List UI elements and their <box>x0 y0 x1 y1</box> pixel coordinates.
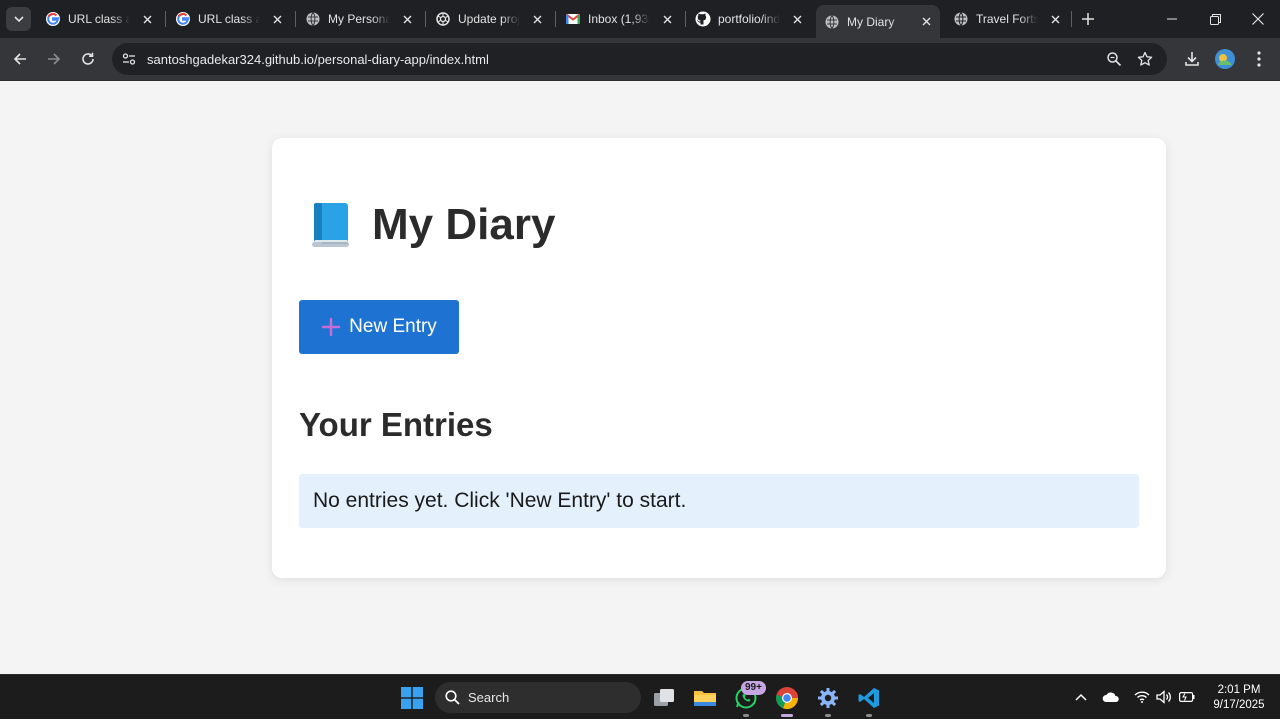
close-icon[interactable] <box>529 11 545 27</box>
battery-icon[interactable] <box>1178 688 1196 706</box>
tab-title: URL class and <box>198 12 260 26</box>
globe-icon <box>824 14 840 30</box>
chevron-up-icon[interactable] <box>1072 688 1090 706</box>
reload-icon <box>82 52 94 65</box>
globe-icon <box>953 11 969 27</box>
new-entry-label: New Entry <box>349 316 437 337</box>
clock-date: 9/17/2025 <box>1213 699 1265 711</box>
system-clock[interactable]: 2:01 PM 9/17/2025 <box>1204 683 1274 713</box>
tab-title: My Diary <box>847 14 895 29</box>
profile-avatar[interactable] <box>1215 49 1235 69</box>
whatsapp-badge: 99+ <box>741 681 766 695</box>
windows-start-icon[interactable] <box>397 683 427 713</box>
openai-icon <box>435 11 451 27</box>
volume-icon[interactable] <box>1155 688 1173 706</box>
close-icon[interactable] <box>789 11 805 27</box>
tab-title: Update proje <box>458 12 520 26</box>
github-icon <box>695 11 711 27</box>
site-info-icon[interactable] <box>119 49 139 69</box>
close-icon[interactable] <box>399 11 415 27</box>
browser-tab[interactable]: URL class and <box>167 5 291 33</box>
url-text: santoshgadekar324.github.io/personal-dia… <box>147 52 489 67</box>
close-icon <box>1252 13 1264 25</box>
downloads-button[interactable] <box>1182 49 1202 69</box>
address-bar[interactable]: santoshgadekar324.github.io/personal-dia… <box>112 43 1167 75</box>
new-entry-button[interactable]: New Entry <box>299 300 459 354</box>
chrome-icon[interactable] <box>772 683 802 713</box>
blue-book-icon <box>312 203 349 247</box>
running-indicator <box>743 714 749 717</box>
menu-button[interactable] <box>1249 49 1269 69</box>
file-explorer-icon[interactable] <box>690 683 720 713</box>
plus-icon <box>1082 13 1094 25</box>
browser-tab-strip: URL class and URL class and My Personal … <box>0 0 1280 38</box>
search-icon <box>445 690 460 705</box>
restore-icon <box>1209 13 1221 25</box>
diary-card: My Diary New Entry Your Entries No entri… <box>272 138 1166 578</box>
empty-entries-message: No entries yet. Click 'New Entry' to sta… <box>299 474 1139 528</box>
forward-button[interactable] <box>44 49 64 69</box>
restore-button[interactable] <box>1205 9 1225 29</box>
onedrive-icon[interactable] <box>1102 688 1120 706</box>
task-view-icon[interactable] <box>649 683 679 713</box>
tab-title: portfolio/ind <box>718 12 780 26</box>
tab-search-button[interactable] <box>6 7 31 31</box>
google-icon <box>175 11 191 27</box>
browser-tab[interactable]: My Personal <box>297 5 421 33</box>
arrow-left-icon <box>13 53 26 65</box>
empty-message-text: No entries yet. Click 'New Entry' to sta… <box>313 489 687 512</box>
close-icon[interactable] <box>1047 11 1063 27</box>
vscode-icon[interactable] <box>854 683 884 713</box>
download-icon <box>1185 52 1199 66</box>
taskbar-search[interactable]: Search <box>435 682 641 713</box>
minimize-icon <box>1167 18 1177 20</box>
google-icon <box>45 11 61 27</box>
gmail-icon <box>565 11 581 27</box>
running-indicator <box>825 714 831 717</box>
browser-tab[interactable]: Update proje <box>427 5 551 33</box>
windows-taskbar: Search 99+ 2:01 PM 9/17/2025 <box>0 674 1280 719</box>
tab-title: Inbox (1,935) <box>588 12 650 26</box>
browser-toolbar: santoshgadekar324.github.io/personal-dia… <box>0 38 1280 81</box>
close-icon[interactable] <box>659 11 675 27</box>
page-title: My Diary <box>372 200 556 249</box>
active-indicator <box>781 714 793 717</box>
tab-title: Travel Forts <box>976 12 1038 26</box>
more-vertical-icon <box>1257 51 1261 67</box>
close-icon[interactable] <box>269 11 285 27</box>
page-viewport: My Diary New Entry Your Entries No entri… <box>0 82 1280 674</box>
browser-tab[interactable]: portfolio/ind <box>687 5 811 33</box>
zoom-icon[interactable] <box>1104 49 1124 69</box>
tab-title: My Personal <box>328 12 390 26</box>
new-tab-button[interactable] <box>1078 9 1098 29</box>
browser-tab[interactable]: Inbox (1,935) <box>557 5 681 33</box>
entries-heading: Your Entries <box>299 406 493 443</box>
page-heading: My Diary <box>308 200 555 250</box>
plus-icon <box>321 317 341 337</box>
browser-tab-active[interactable]: My Diary <box>816 5 940 38</box>
bookmark-star-icon[interactable] <box>1135 49 1155 69</box>
browser-tab[interactable]: Travel Forts <box>945 5 1069 33</box>
close-icon[interactable] <box>918 13 934 29</box>
settings-gear-icon[interactable] <box>813 683 843 713</box>
close-window-button[interactable] <box>1248 9 1268 29</box>
chevron-down-icon <box>13 15 24 22</box>
taskbar-search-label: Search <box>468 690 510 705</box>
avatar-icon <box>1215 49 1235 69</box>
minimize-button[interactable] <box>1162 9 1182 29</box>
clock-time: 2:01 PM <box>1217 684 1261 696</box>
reload-button[interactable] <box>78 49 98 69</box>
arrow-right-icon <box>48 53 61 65</box>
tab-title: URL class and <box>68 12 130 26</box>
globe-icon <box>305 11 321 27</box>
running-indicator <box>866 714 872 717</box>
wifi-icon[interactable] <box>1133 688 1151 706</box>
close-icon[interactable] <box>139 11 155 27</box>
browser-tab[interactable]: URL class and <box>37 5 161 33</box>
back-button[interactable] <box>10 49 30 69</box>
